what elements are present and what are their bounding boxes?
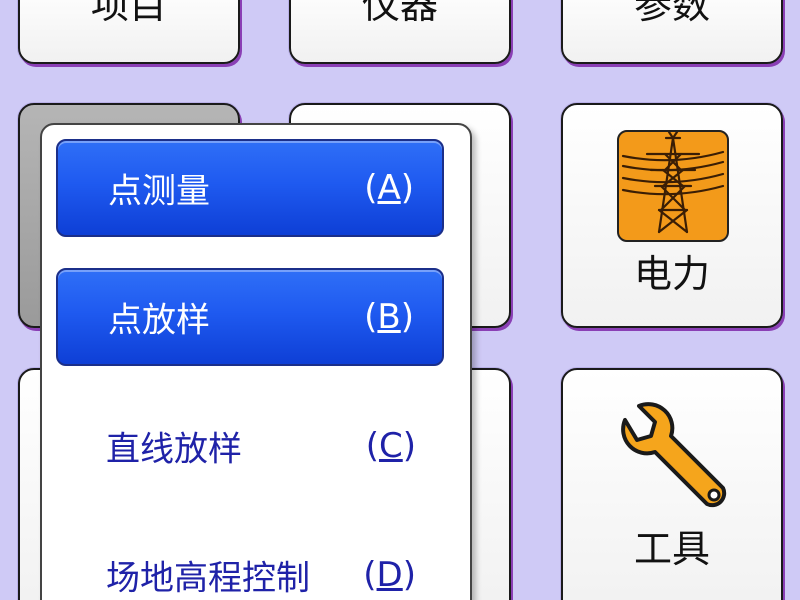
menu-item-point-measure[interactable]: 点测量 (A) [56,139,444,237]
menu-item-point-stakeout[interactable]: 点放样 (B) [56,268,444,366]
measure-popup-menu: 点测量 (A) 点放样 (B) 直线放样 (C) 场地高程控制 (D) [40,123,472,600]
menu-item-line-stakeout[interactable]: 直线放样 (C) [56,397,444,495]
tools-tile[interactable]: 工具 [561,368,783,600]
menu-item-shortcut: (D) [363,555,416,595]
power-label: 电力 [633,252,710,296]
menu-item-label: 直线放样 [106,429,242,470]
menu-item-shortcut: (A) [364,168,414,208]
menu-item-label: 点测量 [108,171,210,212]
menu-item-shortcut: (B) [364,297,414,337]
instrument-tile[interactable]: 仪器 [289,0,511,64]
tools-label: 工具 [633,527,710,571]
power-tower-icon [617,130,729,242]
menu-item-shortcut: (C) [365,426,416,466]
app-screen: { "tiles": { "project": "项目", "instrumen… [0,0,800,600]
menu-item-label: 点放样 [108,300,210,341]
wrench-icon [611,398,735,522]
params-tile[interactable]: 参数 [561,0,783,64]
params-label: 参数 [633,0,710,27]
project-tile[interactable]: 项目 [18,0,240,64]
project-label: 项目 [90,0,167,27]
instrument-label: 仪器 [361,0,438,27]
power-tile[interactable]: 电力 [561,103,783,328]
menu-item-label: 场地高程控制 [106,558,310,599]
menu-item-site-elevation[interactable]: 场地高程控制 (D) [56,526,444,600]
